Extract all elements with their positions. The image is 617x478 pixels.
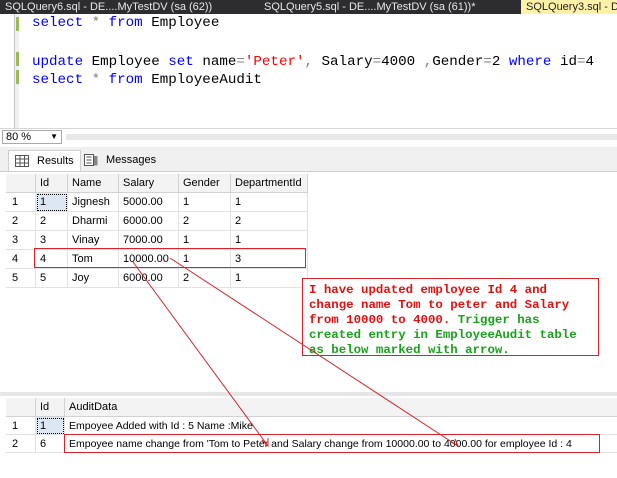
cell-id[interactable]: 6	[36, 435, 65, 453]
cell-salary[interactable]: 6000.00	[119, 269, 179, 288]
editor-status-bar: 80 % ▼	[0, 128, 617, 144]
string-literal: 'Peter'	[244, 54, 305, 70]
identifier: name	[202, 54, 237, 70]
number-literal: 4000	[381, 54, 416, 70]
keyword: update	[32, 54, 84, 70]
cell-gender[interactable]: 1	[179, 193, 231, 212]
operator: =	[577, 54, 586, 70]
keyword: from	[108, 72, 143, 88]
cell-name[interactable]: Joy	[68, 269, 119, 288]
results-tab-strip: Results Messages	[0, 147, 617, 172]
horizontal-scrollbar[interactable]	[66, 134, 617, 140]
table-row[interactable]: 5 5 Joy 6000.00 2 1	[6, 269, 308, 288]
keyword: where	[508, 54, 552, 70]
cell-departmentid[interactable]: 2	[231, 212, 308, 231]
keyword: set	[168, 54, 194, 70]
operator: =	[372, 54, 382, 70]
document-tab-strip: SQLQuery6.sql - DE....MyTestDV (sa (62))…	[0, 0, 617, 14]
keyword: from	[108, 15, 143, 31]
identifier: Salary	[321, 54, 373, 70]
tab-sqlquery5[interactable]: SQLQuery5.sql - DE....MyTestDV (sa (61))…	[264, 0, 476, 14]
column-header-name[interactable]: Name	[68, 174, 119, 193]
highlight-box-updated-row	[34, 248, 306, 268]
row-number[interactable]: 4	[6, 250, 36, 269]
number-literal: 4	[585, 54, 595, 70]
cell-auditdata[interactable]: Empoyee Added with Id : 5 Name :Mike	[65, 417, 617, 435]
tab-sqlquery3-active[interactable]: SQLQuery3.sql - DE....	[521, 0, 617, 14]
operator: *	[91, 72, 101, 88]
cell-name[interactable]: Dharmi	[68, 212, 119, 231]
cell-name[interactable]: Jignesh	[68, 193, 119, 212]
tab-sqlquery6[interactable]: SQLQuery6.sql - DE....MyTestDV (sa (62))	[5, 0, 212, 14]
annotation-note: I have updated employee Id 4 and change …	[302, 278, 599, 357]
cell-salary[interactable]: 6000.00	[119, 212, 179, 231]
identifier: EmployeeAudit	[151, 72, 262, 88]
zoom-dropdown[interactable]: 80 % ▼	[2, 130, 62, 144]
code-line-1[interactable]: select * from Employee	[32, 15, 219, 32]
row-number[interactable]: 1	[6, 193, 36, 212]
row-number[interactable]: 3	[6, 231, 36, 250]
chevron-down-icon[interactable]: ▼	[50, 131, 58, 143]
cell-departmentid[interactable]: 1	[231, 269, 308, 288]
column-header-salary[interactable]: Salary	[119, 174, 179, 193]
operator: =	[236, 54, 245, 70]
grid-header-row: Id AuditData	[6, 398, 617, 417]
highlight-box-audit-row	[64, 434, 600, 453]
keyword: select	[32, 15, 84, 31]
code-line-3[interactable]: select * from EmployeeAudit	[32, 72, 262, 89]
change-marker	[16, 17, 19, 31]
cell-id[interactable]: 2	[36, 212, 68, 231]
cell-id[interactable]: 5	[36, 269, 68, 288]
row-number[interactable]: 1	[6, 417, 36, 435]
column-header-id[interactable]: Id	[36, 398, 65, 417]
cell-gender[interactable]: 2	[179, 212, 231, 231]
identifier: Gender	[432, 54, 484, 70]
column-header-gender[interactable]: Gender	[179, 174, 231, 193]
keyword: select	[32, 72, 84, 88]
zoom-value: 80 %	[6, 131, 32, 143]
grid-header-row: Id Name Salary Gender DepartmentId	[6, 174, 308, 193]
change-marker	[16, 70, 19, 84]
column-header-auditdata[interactable]: AuditData	[65, 398, 617, 417]
table-row[interactable]: 1 1 Jignesh 5000.00 1 1	[6, 193, 308, 212]
column-header-departmentid[interactable]: DepartmentId	[231, 174, 308, 193]
row-number[interactable]: 2	[6, 212, 36, 231]
employee-results-grid[interactable]: Id Name Salary Gender DepartmentId 1 1 Jig…	[6, 174, 308, 290]
operator: =	[483, 54, 492, 70]
column-header-id[interactable]: Id	[36, 174, 68, 193]
tab-messages[interactable]: Messages	[78, 150, 162, 171]
identifier: Employee	[91, 54, 160, 70]
tab-results[interactable]: Results	[8, 150, 81, 171]
cell-departmentid[interactable]: 1	[231, 193, 308, 212]
result-set-splitter[interactable]	[0, 392, 617, 396]
tab-results-label: Results	[37, 155, 74, 167]
operator: ,	[423, 54, 433, 70]
change-marker	[16, 52, 19, 66]
table-row[interactable]: 2 2 Dharmi 6000.00 2 2	[6, 212, 308, 231]
operator: ,	[304, 54, 314, 70]
cell-gender[interactable]: 2	[179, 269, 231, 288]
cell-id[interactable]: 1	[36, 193, 68, 212]
code-line-2[interactable]: update Employee set name='Peter', Salary…	[32, 54, 594, 71]
tab-messages-label: Messages	[106, 154, 157, 166]
identifier: id	[559, 54, 577, 70]
row-number-header	[6, 398, 36, 417]
identifier: Employee	[151, 15, 220, 31]
operator: *	[91, 15, 101, 31]
grid-icon	[15, 155, 29, 167]
row-number-header	[6, 174, 36, 193]
messages-icon	[84, 154, 98, 166]
cell-id[interactable]: 1	[36, 417, 65, 435]
row-number[interactable]: 2	[6, 435, 36, 453]
cell-salary[interactable]: 5000.00	[119, 193, 179, 212]
row-number[interactable]: 5	[6, 269, 36, 288]
number-literal: 2	[491, 54, 501, 70]
query-editor[interactable]: select * from Employee update Employee s…	[0, 14, 617, 128]
